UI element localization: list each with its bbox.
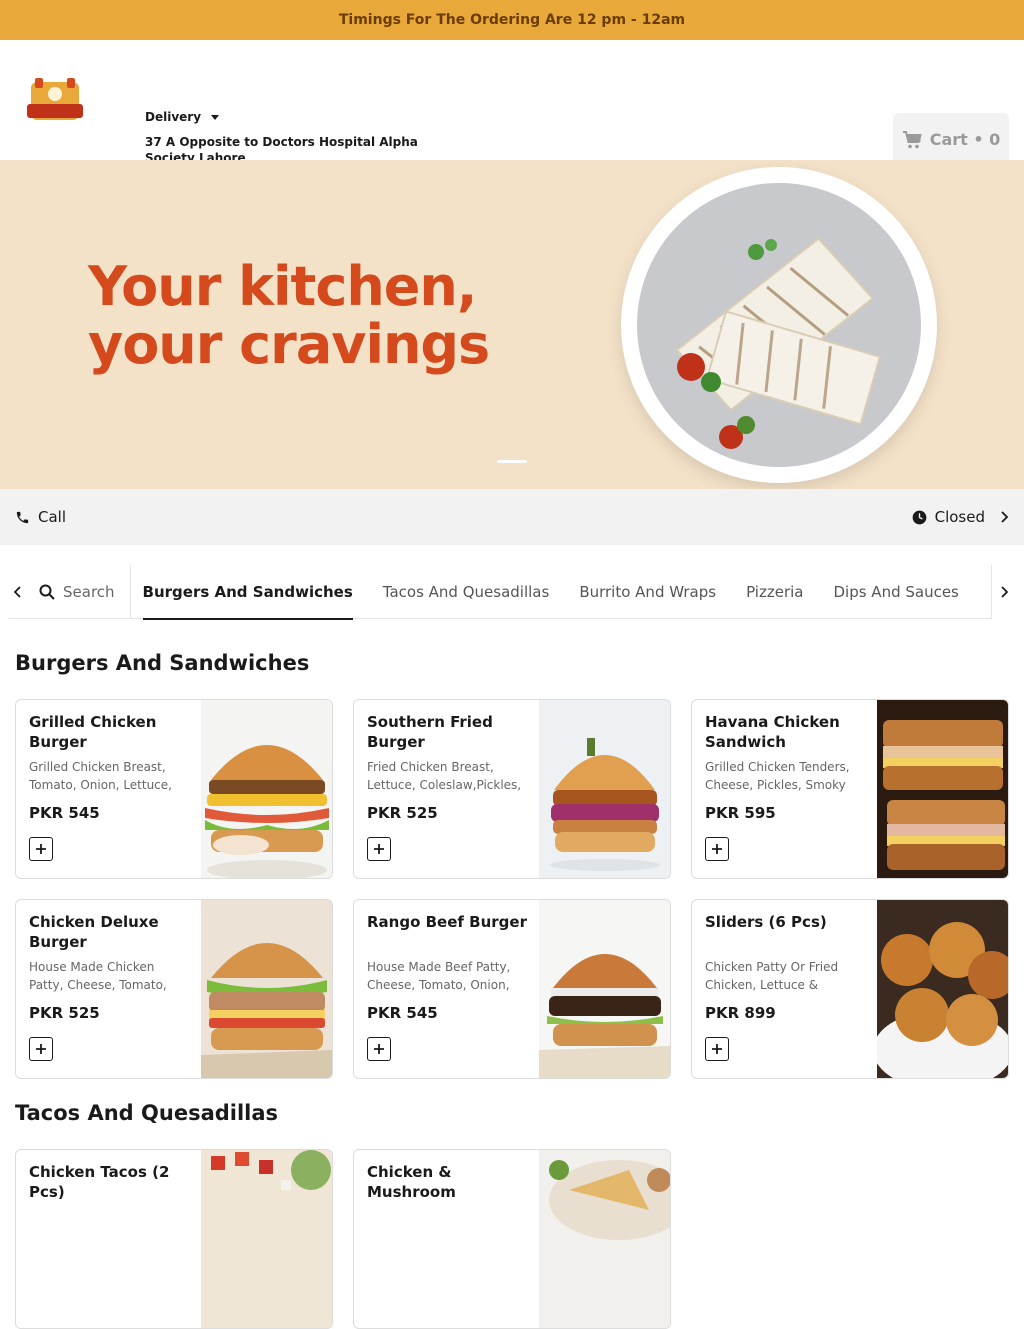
item-image-grilled-chicken-burger [201,700,332,878]
nav-scroll-left-button[interactable] [9,583,27,601]
item-price: PKR 525 [367,804,438,822]
menu-item-card[interactable]: Rango Beef Burger House Made Beef Patty,… [353,899,671,1079]
plus-icon [712,1044,722,1054]
hero-carousel[interactable]: Your kitchen, your cravings [0,160,1024,489]
tab-pizzeria[interactable]: Pizzeria [746,565,803,619]
plus-icon [374,1044,384,1054]
plus-icon [712,844,722,854]
item-price: PKR 545 [29,804,100,822]
item-price: PKR 545 [367,1004,438,1022]
hero-line-2: your cravings [88,313,490,376]
item-image-chicken-tacos [201,1150,332,1328]
hero-tagline: Your kitchen, your cravings [88,255,490,376]
add-to-cart-button[interactable] [705,837,729,861]
item-image-sliders [877,900,1008,1078]
item-description: Grilled Chicken Breast, Tomato, Onion, L… [29,760,172,792]
item-name: Chicken & Mushroom Quesadilla [367,1163,456,1201]
section-title-tacos: Tacos And Quesadillas [15,1101,279,1125]
item-price: PKR 525 [29,1004,100,1022]
add-to-cart-button[interactable] [367,837,391,861]
item-name: Chicken Deluxe Burger [29,913,159,951]
cart-button[interactable]: Cart • 0 [893,113,1009,166]
item-description: Grilled Chicken Tenders, Cheese, Pickles… [705,760,850,792]
delivery-label: Delivery [145,110,202,124]
phone-icon [16,511,29,523]
plus-icon [374,844,384,854]
item-image-southern-fried-burger [539,700,670,878]
wrap-plate-image [621,167,937,483]
chevron-left-icon [14,585,21,598]
add-to-cart-button[interactable] [705,1037,729,1061]
item-name: Chicken Tacos (2 Pcs) [29,1163,170,1201]
caret-down-icon [211,114,220,120]
carousel-indicator[interactable] [497,460,527,463]
item-name: Grilled Chicken Burger [29,713,157,751]
plus-icon [36,844,46,854]
item-name: Southern Fried Burger [367,713,493,751]
item-image-havana-chicken-sandwich [877,700,1008,878]
menu-item-card[interactable]: Sliders (6 Pcs) Chicken Patty Or Fried C… [691,899,1009,1079]
search-icon [39,584,55,600]
item-name: Havana Chicken Sandwich [705,713,840,751]
menu-item-card[interactable]: Chicken Deluxe Burger House Made Chicken… [15,899,333,1079]
store-status-button[interactable]: Closed [912,508,1009,526]
menu-item-card[interactable]: Southern Fried Burger Fried Chicken Brea… [353,699,671,879]
add-to-cart-button[interactable] [29,1037,53,1061]
timings-text: Timings For The Ordering Are 12 pm - 12a… [338,12,686,28]
plus-icon [36,1044,46,1054]
ordering-timings-banner: Timings For The Ordering Are 12 pm - 12a… [0,0,1024,40]
item-description: House Made Beef Patty, Cheese, Tomato, O… [367,960,511,992]
clock-icon [912,510,926,524]
menu-item-card[interactable]: Grilled Chicken Burger Grilled Chicken B… [15,699,333,879]
item-image-chicken-deluxe-burger [201,900,332,1078]
item-price: PKR 899 [705,1004,776,1022]
section-title-burgers: Burgers And Sandwiches [15,651,310,675]
chevron-right-icon [1001,511,1009,523]
add-to-cart-button[interactable] [29,837,53,861]
item-image-chicken-mushroom-quesadilla [539,1150,670,1328]
hero-line-1: Your kitchen, [88,255,477,318]
item-name: Rango Beef Burger [367,913,527,931]
cart-icon [902,130,922,148]
delivery-mode-dropdown[interactable]: Delivery [145,110,220,124]
site-header: Delivery 37 A Opposite to Doctors Hospit… [0,40,1024,166]
item-image-rango-beef-burger [539,900,670,1078]
item-description: Chicken Patty Or Fried Chicken, Lettuce … [705,960,839,992]
item-price: PKR 595 [705,804,776,822]
store-info-bar: Call Closed [0,489,1024,545]
tab-tacos-and-quesadillas[interactable]: Tacos And Quesadillas [383,565,550,619]
item-description: Fried Chicken Breast, Lettuce, Coleslaw,… [367,760,522,792]
menu-item-card[interactable]: Havana Chicken Sandwich Grilled Chicken … [691,699,1009,879]
menu-item-card[interactable]: Chicken Tacos (2 Pcs) [15,1149,333,1329]
call-button[interactable]: Call [15,508,66,526]
tab-dips-and-sauces[interactable]: Dips And Sauces [833,565,958,619]
status-label: Closed [934,508,985,526]
cart-label: Cart • 0 [929,130,1001,149]
tab-burgers-and-sandwiches[interactable]: Burgers And Sandwiches [142,565,354,620]
search-label: Search [63,582,115,601]
menu-item-card[interactable]: Chicken & Mushroom Quesadilla [353,1149,671,1329]
chevron-right-icon [1000,586,1008,598]
item-description: House Made Chicken Patty, Cheese, Tomato… [29,960,167,992]
nav-scroll-right-button[interactable] [991,565,1015,619]
add-to-cart-button[interactable] [367,1037,391,1061]
call-label: Call [38,508,67,526]
brand-logo[interactable] [27,76,83,126]
tab-burrito-and-wraps[interactable]: Burrito And Wraps [579,565,716,619]
item-name: Sliders (6 Pcs) [705,913,827,931]
menu-search[interactable]: Search [27,564,131,619]
category-nav: Search Burgers And Sandwiches Tacos And … [9,564,1015,620]
